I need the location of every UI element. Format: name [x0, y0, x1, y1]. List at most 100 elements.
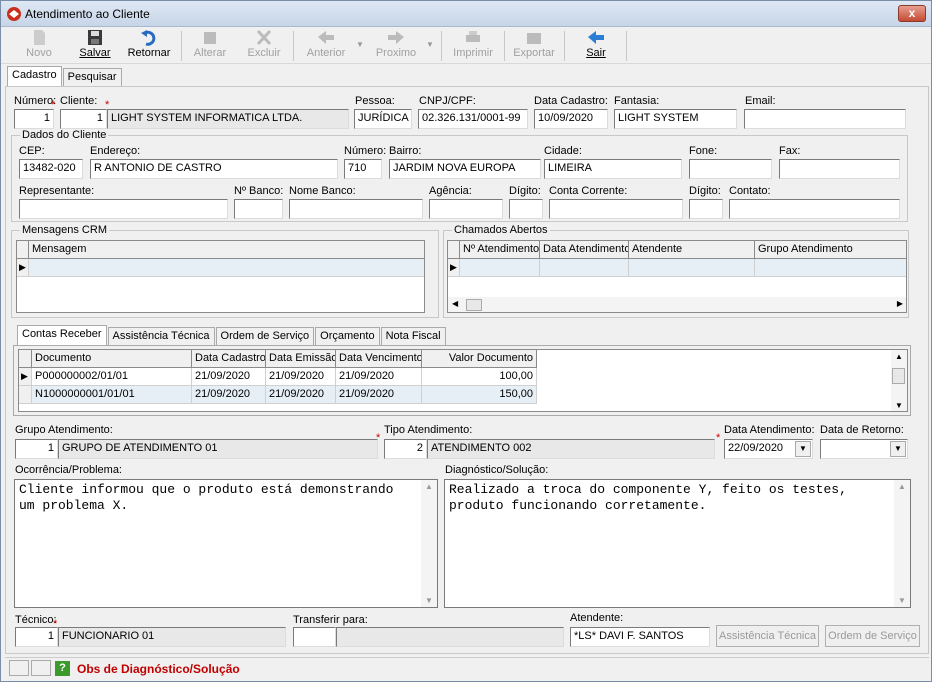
table-row[interactable] — [29, 259, 424, 277]
bank-name-field[interactable] — [289, 199, 423, 219]
table-cell[interactable] — [540, 259, 629, 277]
fantasy-field[interactable]: LIGHT SYSTEM — [614, 109, 737, 129]
exit-button[interactable]: Sair — [573, 29, 619, 62]
scroll-up-icon[interactable]: ▲ — [895, 352, 903, 361]
tab-contas-receber[interactable]: Contas Receber — [17, 325, 107, 345]
table-cell[interactable]: N1000000001/01/01 — [32, 386, 192, 404]
table-cell[interactable]: 21/09/2020 — [266, 368, 336, 386]
transfer-label: Transferir para: — [293, 614, 368, 626]
account-field[interactable] — [549, 199, 683, 219]
digit2-field[interactable] — [689, 199, 723, 219]
tab-nota-fiscal[interactable]: Nota Fiscal — [380, 327, 446, 345]
tab-pesquisar[interactable]: Pesquisar — [62, 68, 122, 86]
phone-field[interactable] — [689, 159, 772, 179]
number-field[interactable]: 1 — [14, 109, 54, 129]
row-indicator — [19, 386, 32, 404]
tab-assistencia[interactable]: Assistência Técnica — [107, 327, 215, 345]
table-cell[interactable]: 21/09/2020 — [192, 386, 266, 404]
district-field[interactable]: JARDIM NOVA EUROPA — [389, 159, 541, 179]
scroll-down-icon[interactable]: ▼ — [895, 401, 903, 410]
address-field[interactable]: R ANTONIO DE CASTRO — [90, 159, 338, 179]
type-code-field[interactable]: 2 — [384, 439, 427, 459]
toolbar: Novo Salvar Retornar Alterar Excluir Ant… — [1, 28, 931, 64]
table-cell[interactable] — [460, 259, 540, 277]
table-cell[interactable]: 21/09/2020 — [336, 368, 422, 386]
edit-button[interactable]: Alterar — [187, 29, 233, 62]
email-field[interactable] — [744, 109, 906, 129]
table-cell[interactable]: 21/09/2020 — [266, 386, 336, 404]
next-dropdown-arrow-icon[interactable]: ▼ — [426, 40, 434, 49]
chevron-down-icon[interactable]: ▼ — [890, 441, 906, 457]
diagnosis-textarea[interactable]: Realizado a troca do componente Y, feito… — [444, 479, 911, 608]
export-button[interactable]: Exportar — [509, 29, 559, 62]
previous-label: Anterior — [306, 47, 346, 59]
horizontal-scrollbar[interactable]: ◀ ▶ — [448, 297, 906, 312]
save-button[interactable]: Salvar — [71, 29, 119, 62]
tab-orcamento[interactable]: Orçamento — [315, 327, 380, 345]
scroll-up-icon[interactable]: ▲ — [898, 482, 906, 491]
return-button[interactable]: Retornar — [123, 29, 175, 62]
scroll-down-icon[interactable]: ▼ — [425, 596, 433, 605]
client-code-field[interactable]: 1 — [60, 109, 107, 129]
accounts-grid[interactable]: Documento Data Cadastro Data Emissão Dat… — [18, 349, 908, 412]
table-cell[interactable]: 150,00 — [422, 386, 537, 404]
new-button[interactable]: Novo — [15, 29, 63, 62]
register-date-field[interactable]: 10/09/2020 — [534, 109, 608, 129]
group-code-field[interactable]: 1 — [15, 439, 58, 459]
occurrence-textarea[interactable]: Cliente informou que o produto está demo… — [14, 479, 438, 608]
scroll-thumb[interactable] — [892, 368, 905, 384]
scroll-left-icon[interactable]: ◀ — [452, 299, 458, 308]
return-date-field[interactable]: ▼ — [820, 439, 908, 459]
chevron-down-icon[interactable]: ▼ — [795, 441, 811, 457]
transfer-code-field[interactable] — [293, 627, 336, 647]
scroll-up-icon[interactable]: ▲ — [425, 482, 433, 491]
diagnosis-label: Diagnóstico/Solução: — [445, 464, 549, 476]
vertical-scrollbar[interactable]: ▲ ▼ — [894, 480, 910, 607]
service-date-field[interactable]: 22/09/2020 ▼ — [724, 439, 813, 459]
table-cell[interactable]: 100,00 — [422, 368, 537, 386]
digit-field[interactable] — [509, 199, 543, 219]
table-cell[interactable]: P000000002/01/01 — [32, 368, 192, 386]
bank-number-label: Nº Banco: — [234, 185, 284, 197]
close-button[interactable]: x — [898, 5, 926, 22]
attendant-field[interactable]: *LS* DAVI F. SANTOS — [570, 627, 710, 647]
exit-arrow-icon — [588, 31, 604, 44]
scroll-right-icon[interactable]: ▶ — [897, 299, 903, 308]
table-cell[interactable] — [755, 259, 906, 277]
help-icon[interactable]: ? — [55, 661, 70, 676]
person-type-field[interactable]: JURÍDICA — [354, 109, 412, 129]
vertical-scrollbar[interactable]: ▲ ▼ — [891, 350, 907, 411]
previous-dropdown-arrow-icon[interactable]: ▼ — [356, 40, 364, 49]
service-order-button[interactable]: Ordem de Serviço — [825, 625, 920, 647]
toolbar-separator — [504, 31, 505, 61]
open-calls-grid[interactable]: Nº Atendimento Data Atendimento Atendent… — [447, 240, 907, 313]
cep-field[interactable]: 13482-020 — [19, 159, 83, 179]
agency-field[interactable] — [429, 199, 503, 219]
scroll-down-icon[interactable]: ▼ — [898, 596, 906, 605]
table-cell[interactable] — [629, 259, 755, 277]
table-cell[interactable]: 21/09/2020 — [336, 386, 422, 404]
fax-field[interactable] — [779, 159, 900, 179]
delete-button[interactable]: Excluir — [241, 29, 287, 62]
table-cell[interactable]: 21/09/2020 — [192, 368, 266, 386]
vertical-scrollbar[interactable]: ▲ ▼ — [421, 480, 437, 607]
city-field[interactable]: LIMEIRA — [544, 159, 682, 179]
next-button[interactable]: Proximo — [371, 29, 421, 62]
technician-code-field[interactable]: 1 — [15, 627, 58, 647]
tab-ordem-servico[interactable]: Ordem de Serviço — [215, 327, 315, 345]
bank-number-field[interactable] — [234, 199, 283, 219]
cnpj-field[interactable]: 02.326.131/0001-99 — [418, 109, 528, 129]
scroll-thumb[interactable] — [466, 299, 482, 311]
address-number-field[interactable]: 710 — [344, 159, 382, 179]
printer-icon — [466, 31, 480, 42]
print-button[interactable]: Imprimir — [449, 29, 497, 62]
crm-grid[interactable]: Mensagem ▶ — [16, 240, 425, 313]
undo-arrow-icon — [141, 30, 156, 46]
app-logo-icon — [7, 7, 21, 21]
representative-field[interactable] — [19, 199, 228, 219]
previous-button[interactable]: Anterior — [301, 29, 351, 62]
tab-cadastro[interactable]: Cadastro — [7, 66, 62, 86]
contact-field[interactable] — [729, 199, 900, 219]
technical-assistance-button[interactable]: Assistência Técnica — [716, 625, 819, 647]
district-label: Bairro: — [389, 145, 422, 157]
